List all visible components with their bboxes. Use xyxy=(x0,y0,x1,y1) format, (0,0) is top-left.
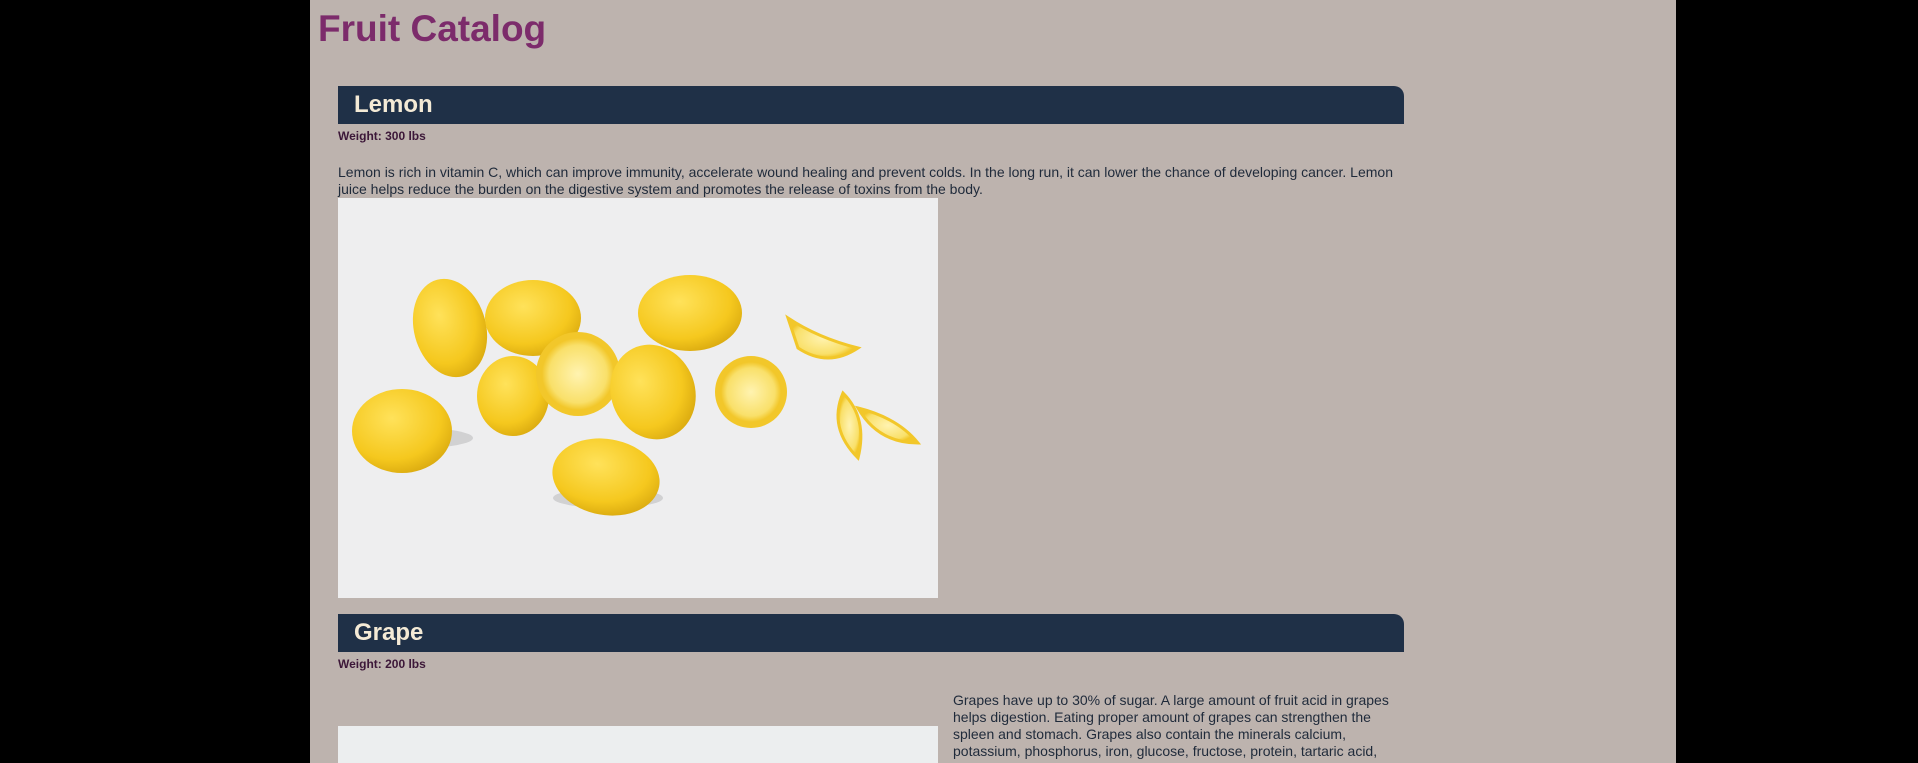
fruit-weight: Weight: 200 lbs xyxy=(338,657,426,671)
fruit-weight: Weight: 300 lbs xyxy=(338,129,426,143)
page-title: Fruit Catalog xyxy=(318,8,547,49)
page-content: Fruit Catalog Lemon Weight: 300 lbs Lemo… xyxy=(310,0,1676,763)
fruit-description: Grapes have up to 30% of sugar. A large … xyxy=(953,692,1389,763)
lemons-photo xyxy=(338,198,938,598)
fruit-card-lemon: Lemon Weight: 300 lbs Lemon is rich in v… xyxy=(338,86,1404,598)
fruit-description-block: Grapes have up to 30% of sugar. A large … xyxy=(338,692,1404,763)
grapes-photo xyxy=(338,726,938,763)
fruit-name: Lemon xyxy=(338,86,1404,124)
fruit-name: Grape xyxy=(338,614,1404,652)
fruit-description: Lemon is rich in vitamin C, which can im… xyxy=(338,164,1393,197)
fruit-card-grape: Grape Weight: 200 lbs Grapes have up to … xyxy=(338,614,1404,763)
